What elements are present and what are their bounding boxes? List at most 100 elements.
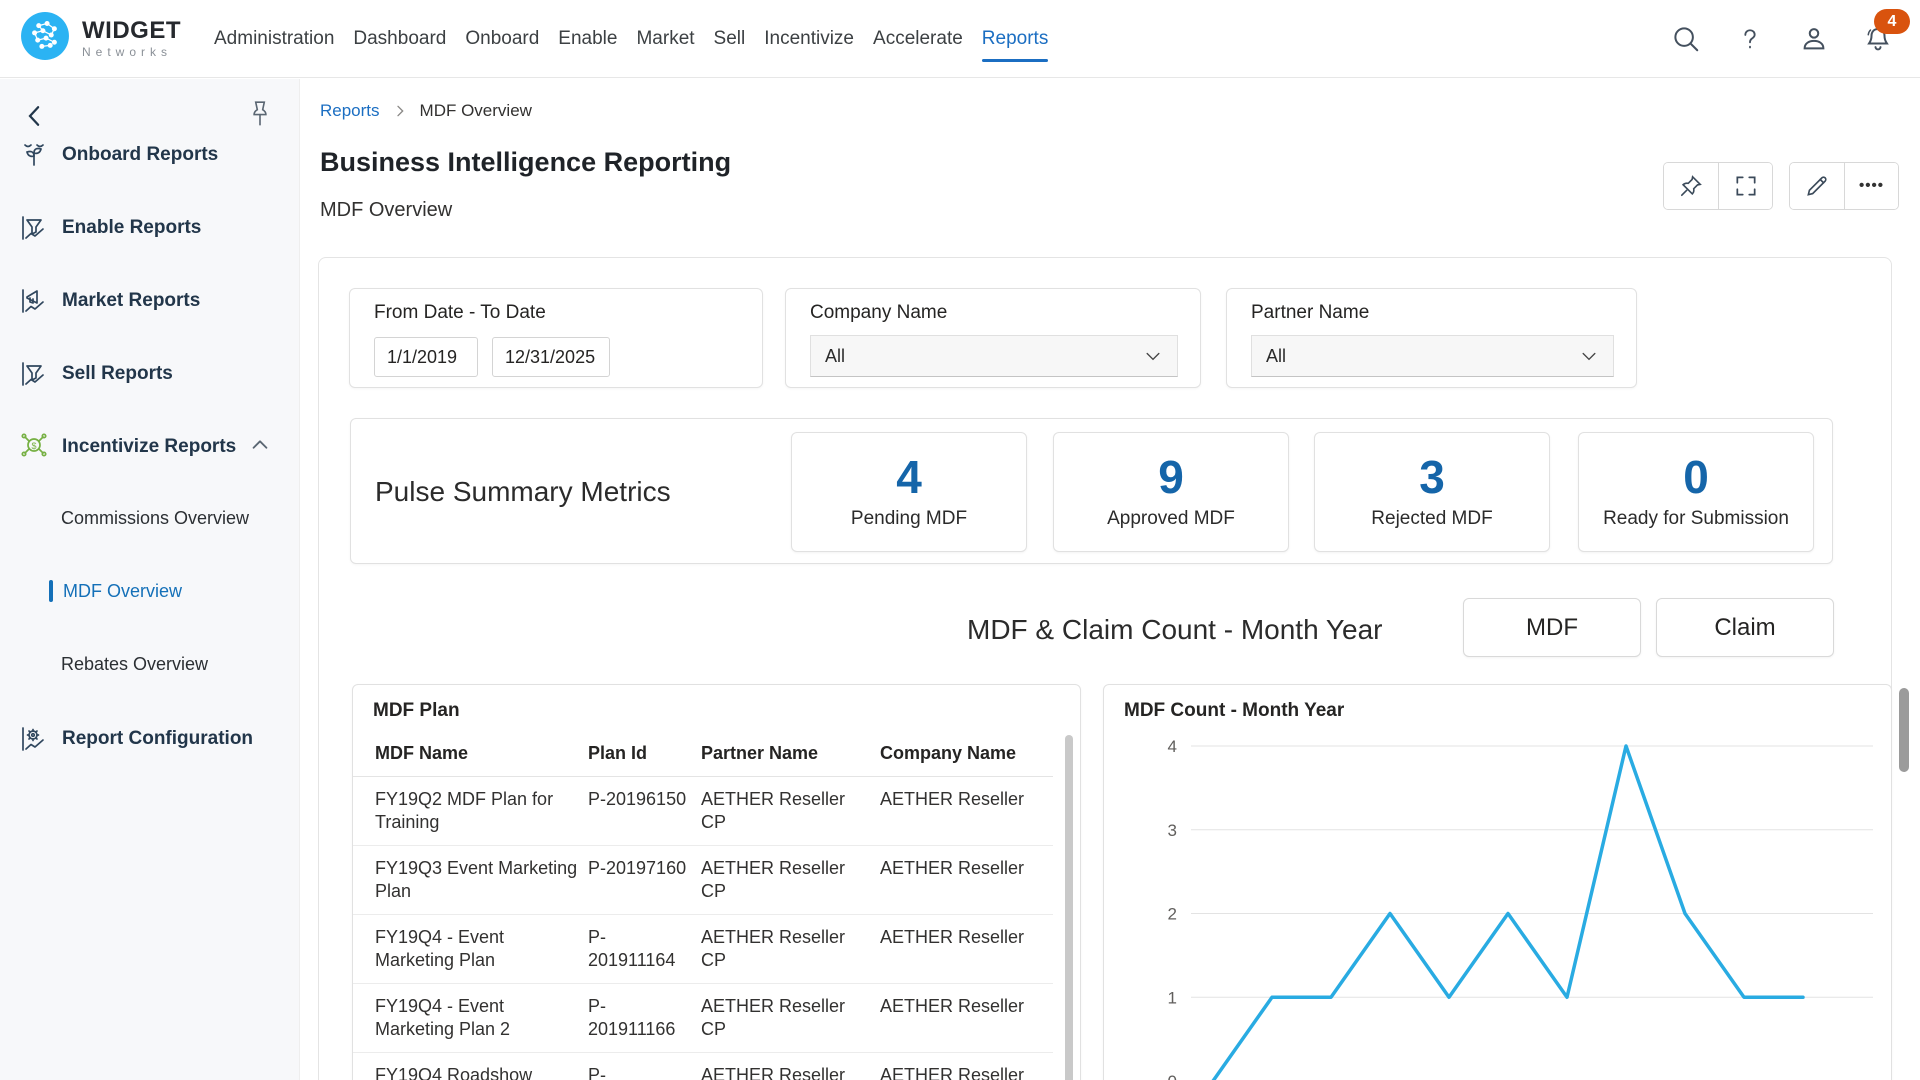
sidebar-item-enable-reports[interactable]: Enable Reports	[0, 206, 299, 250]
nav-item-incentivize[interactable]: Incentivize	[764, 0, 854, 77]
table-cell: AETHER Reseller CP	[701, 995, 880, 1041]
sidebar-subitem-mdf-overview[interactable]: MDF Overview	[0, 571, 299, 611]
metric-card-rejected-mdf: 3 Rejected MDF	[1314, 432, 1550, 552]
table-cell: P-201911164	[588, 926, 701, 972]
mdf-claim-section-title: MDF & Claim Count - Month Year	[967, 605, 1383, 655]
sidebar-item-sell-reports[interactable]: Sell Reports	[0, 352, 299, 396]
svg-text:3: 3	[1168, 821, 1177, 840]
nav-item-sell[interactable]: Sell	[714, 0, 746, 77]
sidebar-item-incentivize-reports[interactable]: $ Incentivize Reports	[0, 425, 299, 469]
sidebar-subitem-label: Commissions Overview	[61, 508, 249, 529]
edit-report-button[interactable]	[1790, 163, 1844, 209]
table-cell: P-20196150	[588, 788, 701, 834]
more-options-button[interactable]: ••••	[1844, 163, 1898, 209]
pin-report-button[interactable]	[1664, 163, 1718, 209]
company-filter-label: Company Name	[810, 302, 947, 324]
nav-item-market[interactable]: Market	[636, 0, 694, 77]
sidebar-item-market-reports[interactable]: Market Reports	[0, 279, 299, 323]
table-cell: FY19Q2 MDF Plan for Training	[375, 788, 588, 834]
fullscreen-icon	[1733, 173, 1759, 199]
breadcrumb: ReportsMDF Overview	[320, 101, 532, 121]
column-header-company-name: Company Name	[880, 742, 1055, 765]
chevron-up-icon	[249, 434, 271, 461]
sidebar-item-report-configuration[interactable]: Report Configuration	[0, 717, 299, 761]
sidebar-subitem-rebates-overview[interactable]: Rebates Overview	[0, 644, 299, 684]
nav-item-onboard[interactable]: Onboard	[465, 0, 539, 77]
mdf-toggle-button[interactable]: MDF	[1463, 598, 1641, 657]
metric-value: 4	[896, 454, 922, 500]
nav-item-dashboard[interactable]: Dashboard	[353, 0, 446, 77]
metrics-title: Pulse Summary Metrics	[375, 419, 671, 565]
onboard-reports-icon	[18, 139, 50, 171]
table-cell: AETHER Reseller CP	[701, 788, 880, 834]
table-cell: AETHER Reseller	[880, 995, 1055, 1041]
search-icon[interactable]	[1670, 23, 1702, 55]
partner-select[interactable]: All	[1251, 335, 1614, 377]
app-window: WIDGET Networks AdministrationDashboardO…	[0, 0, 1920, 1080]
metric-value: 3	[1419, 454, 1445, 500]
sidebar-item-label: Incentivize Reports	[62, 436, 236, 458]
svg-text:$: $	[31, 441, 36, 451]
market-reports-icon	[18, 285, 50, 317]
company-select[interactable]: All	[810, 335, 1178, 377]
edit-icon	[1804, 173, 1830, 199]
sidebar-collapse-icon[interactable]	[20, 101, 50, 131]
sidebar-subitem-commissions-overview[interactable]: Commissions Overview	[0, 498, 299, 538]
enable-reports-icon	[18, 212, 50, 244]
column-header-plan-id: Plan Id	[588, 742, 701, 765]
table-cell: P-201912168	[588, 1064, 701, 1080]
sidebar-item-label: Onboard Reports	[62, 144, 218, 166]
pulse-summary-metrics-panel: Pulse Summary Metrics 4Pending MDF9Appro…	[350, 418, 1833, 564]
sidebar-subitem-label: Rebates Overview	[61, 654, 208, 675]
svg-text:2: 2	[1168, 905, 1177, 924]
profile-icon[interactable]	[1798, 23, 1830, 55]
notifications-icon[interactable]: 4	[1862, 23, 1894, 55]
nav-item-reports[interactable]: Reports	[982, 0, 1049, 77]
report-action-group-right: ••••	[1789, 162, 1899, 210]
sidebar-item-onboard-reports[interactable]: Onboard Reports	[0, 139, 299, 177]
from-date-input[interactable]	[374, 337, 478, 377]
mdf-plan-card: MDF Plan MDF NamePlan IdPartner NameComp…	[352, 684, 1081, 1080]
table-row: FY19Q3 Event Marketing PlanP-20197160AET…	[353, 846, 1053, 915]
sidebar-item-label: Report Configuration	[62, 728, 253, 750]
nav-item-enable[interactable]: Enable	[558, 0, 617, 77]
svg-text:1: 1	[1168, 988, 1177, 1007]
partner-filter-label: Partner Name	[1251, 302, 1369, 324]
help-icon[interactable]	[1734, 23, 1766, 55]
mdf-count-line-chart: 01234	[1104, 685, 1893, 1080]
table-cell: FY19Q4 - Event Marketing Plan	[375, 926, 588, 972]
sidebar-pin-icon[interactable]	[247, 99, 273, 129]
mdf-count-chart-title: MDF Count - Month Year	[1124, 700, 1344, 722]
company-logo[interactable]: WIDGET Networks	[0, 11, 200, 66]
table-header-row: MDF NamePlan IdPartner NameCompany Name	[353, 731, 1053, 777]
mdf-plan-table: MDF NamePlan IdPartner NameCompany Name F…	[353, 731, 1053, 1080]
page-title: Business Intelligence Reporting	[320, 147, 731, 178]
chevron-down-icon	[1579, 346, 1599, 366]
nav-item-administration[interactable]: Administration	[214, 0, 334, 77]
svg-text:0: 0	[1168, 1072, 1177, 1080]
metric-label: Rejected MDF	[1371, 508, 1492, 530]
date-filter-label: From Date - To Date	[374, 302, 546, 324]
table-scrollbar[interactable]	[1065, 735, 1073, 1080]
metric-label: Ready for Submission	[1603, 508, 1789, 530]
sell-reports-icon	[18, 358, 50, 390]
page-scrollbar[interactable]	[1899, 688, 1909, 772]
logo-title: WIDGET	[82, 19, 181, 43]
nav-item-accelerate[interactable]: Accelerate	[873, 0, 963, 77]
mdf-plan-title: MDF Plan	[373, 700, 460, 722]
sidebar-list: Onboard Reports Enable Reports Market Repo…	[0, 139, 299, 1079]
claim-toggle-button[interactable]: Claim	[1656, 598, 1834, 657]
metric-card-approved-mdf: 9Approved MDF	[1053, 432, 1289, 552]
metric-card-pending-mdf: 4Pending MDF	[791, 432, 1027, 552]
table-row: FY19Q4 RoadshowP-201912168AETHER Reselle…	[353, 1053, 1053, 1080]
logo-network-icon	[20, 11, 70, 66]
chevron-down-icon	[1143, 346, 1163, 366]
breadcrumb-item-reports[interactable]: Reports	[320, 101, 380, 121]
fullscreen-button[interactable]	[1718, 163, 1772, 209]
table-cell: AETHER Reseller	[880, 788, 1055, 834]
to-date-input[interactable]	[492, 337, 610, 377]
metric-label: Approved MDF	[1107, 508, 1235, 530]
metric-card-ready-for-submission: 0Ready for Submission	[1578, 432, 1814, 552]
mdf-count-chart-card: 01234 MDF Count - Month Year	[1103, 684, 1892, 1080]
logo-subtitle: Networks	[82, 46, 181, 58]
